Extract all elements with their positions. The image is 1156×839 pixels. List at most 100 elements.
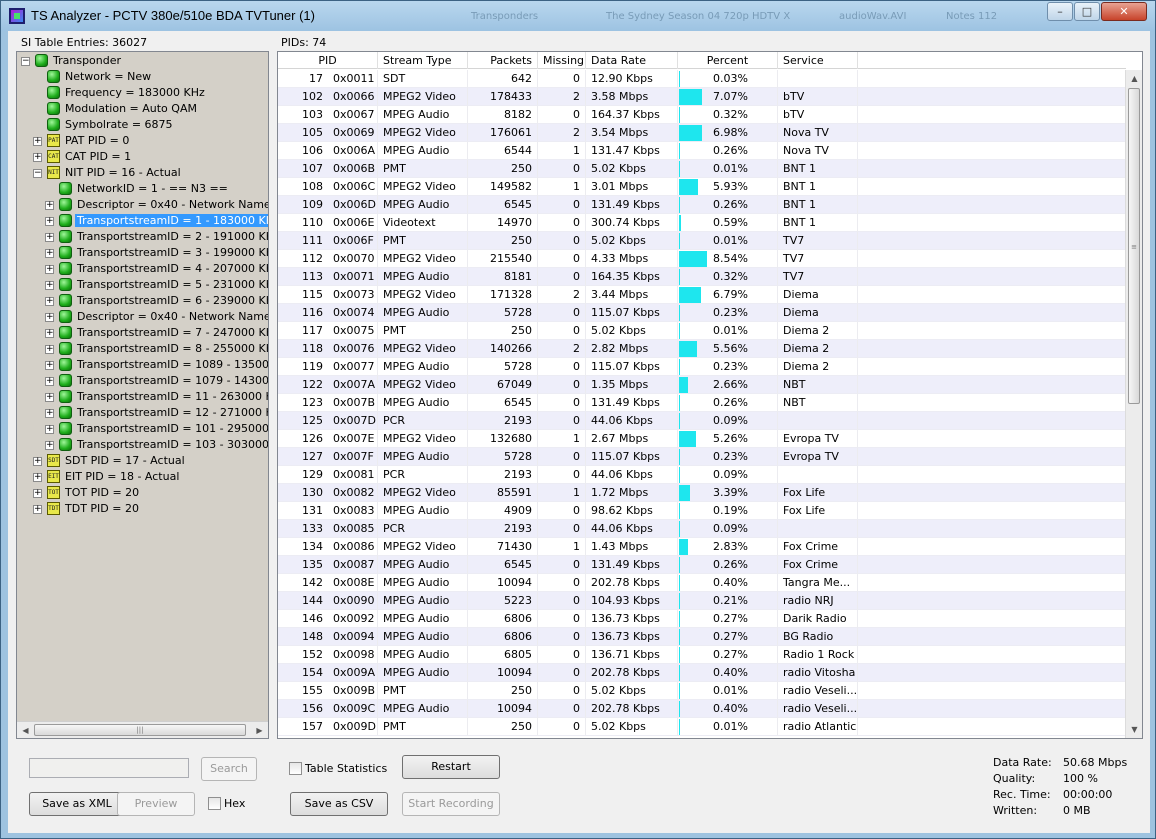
table-row[interactable]: 123 0x007B MPEG Audio 6545 0 131.49 Kbps 0.26%…: [278, 394, 1126, 412]
column-header[interactable]: Data Rate: [586, 52, 678, 69]
search-button[interactable]: Search: [201, 757, 257, 781]
tree-horizontal-scrollbar[interactable]: ◀ ||| ▶: [17, 721, 268, 738]
table-row[interactable]: 103 0x0067 MPEG Audio 8182 0 164.37 Kbps 0.32%…: [278, 106, 1126, 124]
tree-node[interactable]: + TransportstreamID = 5 - 231000 KHz: [17, 277, 268, 293]
scroll-thumb[interactable]: |||: [34, 724, 246, 736]
scroll-thumb[interactable]: ≡: [1128, 88, 1140, 404]
expand-icon[interactable]: +: [45, 393, 54, 402]
table-row[interactable]: 111 0x006F PMT 250 0 5.02 Kbps 0.01% TV7: [278, 232, 1126, 250]
table-row[interactable]: 129 0x0081 PCR 2193 0 44.06 Kbps 0.09%: [278, 466, 1126, 484]
expand-icon[interactable]: +: [33, 505, 42, 514]
table-row[interactable]: 122 0x007A MPEG2 Video 67049 0 1.35 Mbps 2.66%…: [278, 376, 1126, 394]
scroll-left-icon[interactable]: ◀: [17, 722, 34, 738]
table-row[interactable]: 102 0x0066 MPEG2 Video 178433 2 3.58 Mbps 7.07…: [278, 88, 1126, 106]
table-row[interactable]: 17 0x0011 SDT 642 0 12.90 Kbps 0.03%: [278, 70, 1126, 88]
tree-node[interactable]: + CAT CAT PID = 1: [17, 149, 268, 165]
table-row[interactable]: 108 0x006C MPEG2 Video 149582 1 3.01 Mbps 5.93…: [278, 178, 1126, 196]
minimize-button[interactable]: –: [1047, 2, 1073, 21]
scroll-up-icon[interactable]: ▲: [1126, 70, 1142, 87]
expand-icon[interactable]: +: [45, 345, 54, 354]
table-row[interactable]: 156 0x009C MPEG Audio 10094 0 202.78 Kbps 0.40…: [278, 700, 1126, 718]
table-vertical-scrollbar[interactable]: ▲ ≡ ▼: [1125, 70, 1142, 738]
expand-icon[interactable]: +: [33, 137, 42, 146]
table-statistics-checkbox[interactable]: [289, 762, 302, 775]
expand-icon[interactable]: +: [33, 473, 42, 482]
column-header[interactable]: Percent: [678, 52, 778, 69]
table-row[interactable]: 130 0x0082 MPEG2 Video 85591 1 1.72 Mbps 3.39%…: [278, 484, 1126, 502]
table-row[interactable]: 133 0x0085 PCR 2193 0 44.06 Kbps 0.09%: [278, 520, 1126, 538]
tree-node[interactable]: + TransportstreamID = 11 - 263000 KHz: [17, 389, 268, 405]
tree-node[interactable]: + TOT TOT PID = 20: [17, 485, 268, 501]
scroll-right-icon[interactable]: ▶: [251, 722, 268, 738]
expand-icon[interactable]: +: [45, 281, 54, 290]
table-row[interactable]: 155 0x009B PMT 250 0 5.02 Kbps 0.01% radio Vese…: [278, 682, 1126, 700]
tree-node[interactable]: − NIT NIT PID = 16 - Actual: [17, 165, 268, 181]
table-row[interactable]: 110 0x006E Videotext 14970 0 300.74 Kbps 0.59%…: [278, 214, 1126, 232]
tree-node[interactable]: + TransportstreamID = 8 - 255000 KHz: [17, 341, 268, 357]
expand-icon[interactable]: +: [45, 297, 54, 306]
restart-button[interactable]: Restart: [402, 755, 500, 779]
table-row[interactable]: 112 0x0070 MPEG2 Video 215540 0 4.33 Mbps 8.54…: [278, 250, 1126, 268]
column-header[interactable]: Stream Type: [378, 52, 468, 69]
expand-icon[interactable]: +: [45, 361, 54, 370]
table-row[interactable]: 157 0x009D PMT 250 0 5.02 Kbps 0.01% radio Atla…: [278, 718, 1126, 736]
tree-node[interactable]: NetworkID = 1 - == N3 ==: [17, 181, 268, 197]
expand-icon[interactable]: +: [45, 313, 54, 322]
expand-icon[interactable]: +: [33, 457, 42, 466]
tree-node[interactable]: Modulation = Auto QAM: [17, 101, 268, 117]
tree-node[interactable]: + TransportstreamID = 1089 - 135000 KHz: [17, 357, 268, 373]
expand-icon[interactable]: +: [45, 249, 54, 258]
tree-node[interactable]: + Descriptor = 0x40 - Network Name: [17, 197, 268, 213]
tree-node[interactable]: Network = New: [17, 69, 268, 85]
tree-node[interactable]: + TransportstreamID = 1079 - 143000 KHz: [17, 373, 268, 389]
table-row[interactable]: 126 0x007E MPEG2 Video 132680 1 2.67 Mbps 5.26…: [278, 430, 1126, 448]
tree-node[interactable]: − Transponder: [17, 53, 268, 69]
expand-icon[interactable]: +: [33, 153, 42, 162]
expand-icon[interactable]: +: [45, 217, 54, 226]
table-row[interactable]: 113 0x0071 MPEG Audio 8181 0 164.35 Kbps 0.32%…: [278, 268, 1126, 286]
column-header[interactable]: Packets: [468, 52, 538, 69]
tree-node[interactable]: + Descriptor = 0x40 - Network Name: [17, 309, 268, 325]
expand-icon[interactable]: +: [45, 409, 54, 418]
save-as-xml-button[interactable]: Save as XML: [29, 792, 125, 816]
si-tree[interactable]: − Transponder Network = New Frequency = 183…: [17, 52, 268, 722]
save-as-csv-button[interactable]: Save as CSV: [290, 792, 388, 816]
table-row[interactable]: 118 0x0076 MPEG2 Video 140266 2 2.82 Mbps 5.56…: [278, 340, 1126, 358]
tree-node[interactable]: + TransportstreamID = 103 - 303000 KHz: [17, 437, 268, 453]
table-row[interactable]: 146 0x0092 MPEG Audio 6806 0 136.73 Kbps 0.27%…: [278, 610, 1126, 628]
table-row[interactable]: 117 0x0075 PMT 250 0 5.02 Kbps 0.01% Diema 2: [278, 322, 1126, 340]
column-header[interactable]: Service: [778, 52, 858, 69]
table-row[interactable]: 107 0x006B PMT 250 0 5.02 Kbps 0.01% BNT 1: [278, 160, 1126, 178]
table-row[interactable]: 125 0x007D PCR 2193 0 44.06 Kbps 0.09%: [278, 412, 1126, 430]
maximize-button[interactable]: □: [1074, 2, 1100, 21]
tree-node[interactable]: + TransportstreamID = 101 - 295000 KHz: [17, 421, 268, 437]
column-header[interactable]: Missing: [538, 52, 586, 69]
tree-node[interactable]: + PAT PAT PID = 0: [17, 133, 268, 149]
expand-icon[interactable]: +: [45, 441, 54, 450]
expand-icon[interactable]: +: [45, 425, 54, 434]
table-row[interactable]: 106 0x006A MPEG Audio 6544 1 131.47 Kbps 0.26%…: [278, 142, 1126, 160]
table-row[interactable]: 127 0x007F MPEG Audio 5728 0 115.07 Kbps 0.23%…: [278, 448, 1126, 466]
table-row[interactable]: 154 0x009A MPEG Audio 10094 0 202.78 Kbps 0.40…: [278, 664, 1126, 682]
table-row[interactable]: 109 0x006D MPEG Audio 6545 0 131.49 Kbps 0.26%…: [278, 196, 1126, 214]
tree-node[interactable]: + TransportstreamID = 12 - 271000 KHz: [17, 405, 268, 421]
expand-icon[interactable]: +: [45, 233, 54, 242]
close-button[interactable]: ✕: [1101, 2, 1147, 21]
collapse-icon[interactable]: −: [33, 169, 42, 178]
table-row[interactable]: 142 0x008E MPEG Audio 10094 0 202.78 Kbps 0.40…: [278, 574, 1126, 592]
expand-icon[interactable]: +: [45, 329, 54, 338]
preview-button[interactable]: Preview: [117, 792, 195, 816]
title-bar[interactable]: TS Analyzer - PCTV 380e/510e BDA TVTuner…: [1, 1, 1155, 31]
table-row[interactable]: 119 0x0077 MPEG Audio 5728 0 115.07 Kbps 0.23%…: [278, 358, 1126, 376]
expand-icon[interactable]: +: [45, 201, 54, 210]
scroll-down-icon[interactable]: ▼: [1126, 721, 1142, 738]
tree-node[interactable]: + EIT EIT PID = 18 - Actual: [17, 469, 268, 485]
table-row[interactable]: 116 0x0074 MPEG Audio 5728 0 115.07 Kbps 0.23%…: [278, 304, 1126, 322]
search-input[interactable]: [29, 758, 189, 778]
expand-icon[interactable]: +: [45, 377, 54, 386]
table-row[interactable]: 148 0x0094 MPEG Audio 6806 0 136.73 Kbps 0.27%…: [278, 628, 1126, 646]
table-row[interactable]: 144 0x0090 MPEG Audio 5223 0 104.93 Kbps 0.21%…: [278, 592, 1126, 610]
expand-icon[interactable]: +: [45, 265, 54, 274]
tree-node[interactable]: + SDT SDT PID = 17 - Actual: [17, 453, 268, 469]
expand-icon[interactable]: +: [33, 489, 42, 498]
